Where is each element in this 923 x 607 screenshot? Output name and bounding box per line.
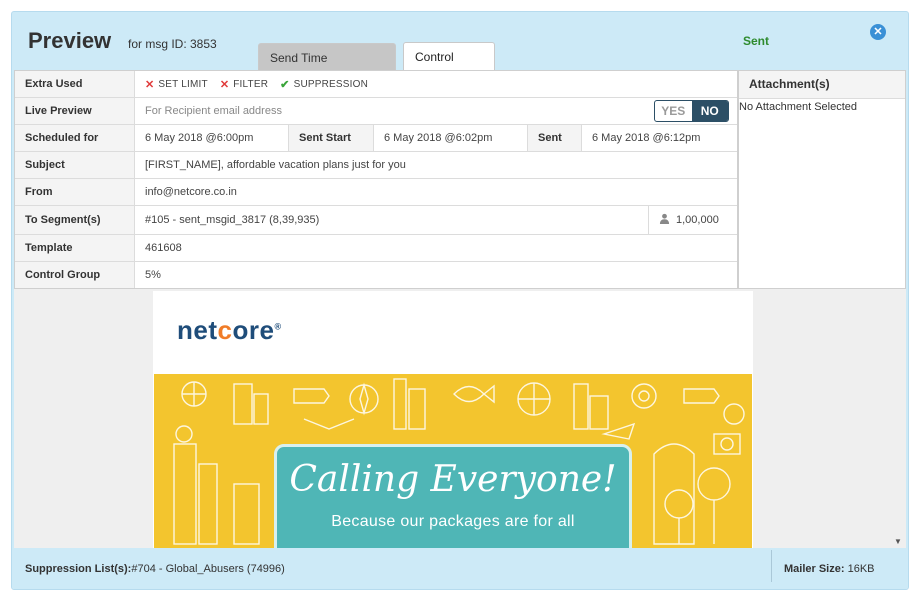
close-icon[interactable]: ✕ bbox=[870, 24, 886, 40]
segment-count: 1,00,000 bbox=[649, 206, 737, 234]
tag-text: FILTER bbox=[233, 78, 269, 90]
mailer-size-value: 16KB bbox=[847, 563, 875, 575]
scheduled-value: 6 May 2018 @6:00pm bbox=[135, 125, 289, 151]
mailer-size: Mailer Size: 16KB bbox=[784, 563, 875, 575]
toggle-yes[interactable]: YES bbox=[655, 101, 692, 121]
row-from: From info@netcore.co.in bbox=[15, 179, 737, 206]
template-value: 461608 bbox=[145, 242, 182, 254]
scroll-down-icon[interactable]: ▼ bbox=[894, 537, 902, 546]
segment-value: #105 - sent_msgid_3817 (8,39,935) bbox=[135, 206, 649, 234]
promo-card: Calling Everyone! Because our packages a… bbox=[274, 444, 632, 548]
banner-heading: Calling Everyone! bbox=[289, 459, 617, 500]
from-label: From bbox=[15, 179, 135, 205]
tag-filter: ✕ FILTER bbox=[220, 78, 268, 91]
attachments-panel: Attachment(s) No Attachment Selected bbox=[738, 70, 906, 289]
details-table: Extra Used ✕ SET LIMIT ✕ FILTER ✔ SUPPRESSI… bbox=[14, 70, 738, 289]
control-group-value: 5% bbox=[145, 269, 161, 281]
segment-label: To Segment(s) bbox=[15, 206, 135, 234]
footer-divider bbox=[771, 550, 772, 582]
netcore-logo: netcore® bbox=[177, 315, 282, 345]
promo-banner: Calling Everyone! Because our packages a… bbox=[154, 374, 752, 548]
row-subject: Subject [FIRST_NAME], affordable vacatio… bbox=[15, 152, 737, 179]
attachments-value: No Attachment Selected bbox=[739, 101, 858, 113]
row-segment: To Segment(s) #105 - sent_msgid_3817 (8,… bbox=[15, 206, 737, 235]
extra-used-label: Extra Used bbox=[15, 71, 135, 97]
row-live-preview: Live Preview For Recipient email address… bbox=[15, 98, 737, 125]
x-icon: ✕ bbox=[219, 78, 230, 91]
row-scheduled: Scheduled for 6 May 2018 @6:00pm Sent St… bbox=[15, 125, 737, 152]
check-icon: ✔ bbox=[280, 78, 290, 91]
email-preview-area[interactable]: netcore® Calling Everyone! Because our p… bbox=[14, 289, 906, 548]
attachments-header: Attachment(s) bbox=[739, 71, 905, 99]
row-control-group: Control Group 5% bbox=[15, 262, 737, 288]
tab-send-time-optimisation[interactable]: Send Time Optimisation bbox=[258, 43, 396, 93]
control-group-label: Control Group bbox=[15, 262, 135, 288]
mailer-size-label: Mailer Size: bbox=[784, 563, 845, 575]
status-badge: Sent bbox=[743, 34, 770, 48]
preview-scrollbar[interactable]: ▼ bbox=[892, 289, 906, 548]
sent-value: 6 May 2018 @6:12pm bbox=[592, 132, 701, 144]
sent-start-value: 6 May 2018 @6:02pm bbox=[374, 125, 528, 151]
live-preview-label: Live Preview bbox=[15, 98, 135, 124]
sent-label: Sent bbox=[528, 125, 582, 151]
recipient-email-input[interactable]: For Recipient email address bbox=[135, 98, 635, 124]
scheduled-label: Scheduled for bbox=[15, 125, 135, 151]
segment-count-text: 1,00,000 bbox=[676, 214, 719, 226]
footer-bar: Suppression List(s):#704 - Global_Abuser… bbox=[12, 548, 908, 589]
tag-text: SUPPRESSION bbox=[293, 78, 369, 90]
msg-id-label: for msg ID: 3853 bbox=[128, 37, 217, 51]
template-label: Template bbox=[15, 235, 135, 261]
suppression-value: #704 - Global_Abusers (74996) bbox=[131, 563, 285, 575]
tag-text: SET LIMIT bbox=[158, 78, 208, 90]
x-icon: ✕ bbox=[145, 78, 155, 91]
subject-label: Subject bbox=[15, 152, 135, 178]
suppression-label: Suppression List(s): bbox=[25, 563, 132, 575]
subject-value: [FIRST_NAME], affordable vacation plans … bbox=[145, 159, 406, 171]
tab-control-group[interactable]: Control Group bbox=[403, 42, 495, 92]
email-body: netcore® Calling Everyone! Because our p… bbox=[153, 291, 753, 548]
preview-modal: Preview for msg ID: 3853 Send Time Optim… bbox=[11, 11, 909, 590]
sent-start-label: Sent Start bbox=[289, 125, 374, 151]
extra-used-value: ✕ SET LIMIT ✕ FILTER ✔ SUPPRESSION bbox=[135, 71, 737, 97]
user-icon bbox=[659, 213, 670, 227]
suppression-list: Suppression List(s):#704 - Global_Abuser… bbox=[25, 563, 285, 575]
modal-title: Preview bbox=[28, 28, 112, 53]
toggle-no[interactable]: NO bbox=[691, 101, 728, 121]
tag-set-limit: ✕ SET LIMIT bbox=[145, 78, 208, 91]
tag-suppression: ✔ SUPPRESSION bbox=[280, 78, 368, 91]
banner-subheading: Because our packages are for all bbox=[331, 513, 575, 530]
row-extra-used: Extra Used ✕ SET LIMIT ✕ FILTER ✔ SUPPRESSI… bbox=[15, 71, 737, 98]
row-template: Template 461608 bbox=[15, 235, 737, 262]
live-preview-toggle[interactable]: YES NO bbox=[654, 100, 729, 122]
from-value: info@netcore.co.in bbox=[145, 186, 237, 198]
